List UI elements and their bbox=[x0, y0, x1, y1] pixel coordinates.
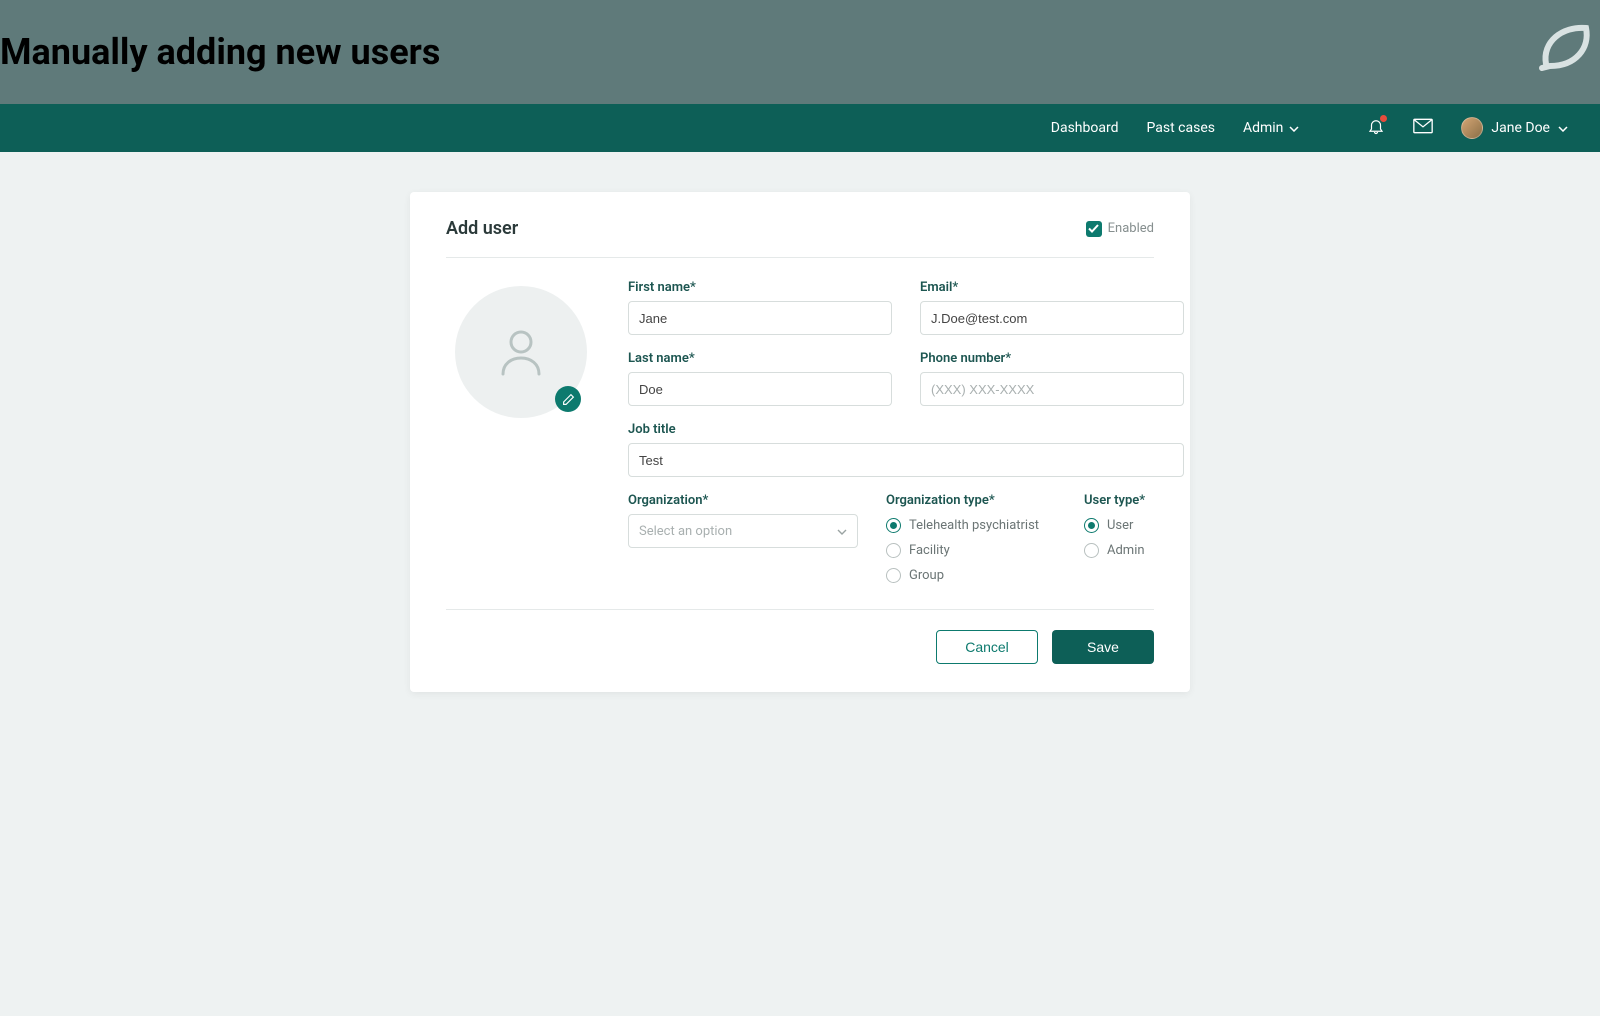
card-footer: Cancel Save bbox=[446, 609, 1154, 664]
card-header: Add user Enabled bbox=[446, 218, 1154, 258]
save-button[interactable]: Save bbox=[1052, 630, 1154, 664]
phone-input[interactable] bbox=[920, 372, 1184, 406]
slide-title: Manually adding new users bbox=[0, 31, 440, 73]
job-title-input[interactable] bbox=[628, 443, 1184, 477]
job-title-field: Job title bbox=[628, 422, 1184, 477]
page-content: Add user Enabled bbox=[0, 152, 1600, 692]
radio-icon bbox=[886, 543, 901, 558]
org-type-option-facility[interactable]: Facility bbox=[886, 543, 1056, 558]
leaf-logo-icon bbox=[1536, 20, 1600, 78]
radio-icon bbox=[886, 568, 901, 583]
email-field: Email* bbox=[920, 280, 1184, 335]
radio-label: User bbox=[1107, 518, 1133, 533]
org-type-option-group[interactable]: Group bbox=[886, 568, 1056, 583]
organization-label: Organization* bbox=[628, 493, 858, 508]
person-icon bbox=[493, 324, 549, 380]
radio-icon bbox=[1084, 543, 1099, 558]
last-name-label: Last name* bbox=[628, 351, 892, 366]
radio-icon bbox=[1084, 518, 1099, 533]
email-input[interactable] bbox=[920, 301, 1184, 335]
organization-select[interactable]: Select an option bbox=[628, 514, 858, 548]
nav-past-cases[interactable]: Past cases bbox=[1147, 120, 1215, 136]
first-name-input[interactable] bbox=[628, 301, 892, 335]
first-name-field: First name* bbox=[628, 280, 892, 335]
user-avatar bbox=[1461, 117, 1483, 139]
org-type-group: Organization type* Telehealth psychiatri… bbox=[886, 493, 1056, 583]
cancel-button[interactable]: Cancel bbox=[936, 630, 1038, 664]
notifications-button[interactable] bbox=[1367, 117, 1385, 139]
user-type-group: User type* User Admin bbox=[1084, 493, 1184, 583]
radio-label: Group bbox=[909, 568, 944, 583]
form-body: First name* Email* Last name* Phone numb bbox=[446, 280, 1154, 583]
avatar-wrap bbox=[455, 286, 587, 418]
enabled-toggle[interactable]: Enabled bbox=[1086, 221, 1154, 237]
avatar-edit-button[interactable] bbox=[555, 386, 581, 412]
organization-field: Organization* Select an option bbox=[628, 493, 858, 583]
messages-button[interactable] bbox=[1413, 118, 1433, 138]
radio-label: Telehealth psychiatrist bbox=[909, 518, 1039, 533]
add-user-card: Add user Enabled bbox=[410, 192, 1190, 692]
pencil-icon bbox=[562, 393, 575, 406]
email-label: Email* bbox=[920, 280, 1184, 295]
slide-banner: Manually adding new users bbox=[0, 0, 1600, 104]
nav-past-cases-label: Past cases bbox=[1147, 120, 1215, 136]
first-name-label: First name* bbox=[628, 280, 892, 295]
phone-field: Phone number* bbox=[920, 351, 1184, 406]
nav-admin[interactable]: Admin bbox=[1243, 120, 1299, 136]
avatar-column bbox=[446, 280, 596, 583]
organization-placeholder: Select an option bbox=[639, 524, 732, 539]
nav-admin-label: Admin bbox=[1243, 120, 1283, 136]
user-type-option-user[interactable]: User bbox=[1084, 518, 1184, 533]
user-menu[interactable]: Jane Doe bbox=[1461, 117, 1568, 139]
enabled-checkbox[interactable] bbox=[1086, 221, 1102, 237]
user-type-label: User type* bbox=[1084, 493, 1184, 508]
phone-label: Phone number* bbox=[920, 351, 1184, 366]
radio-label: Admin bbox=[1107, 543, 1145, 558]
enabled-label: Enabled bbox=[1108, 221, 1154, 236]
org-type-label: Organization type* bbox=[886, 493, 1056, 508]
job-title-label: Job title bbox=[628, 422, 1184, 437]
nav-dashboard[interactable]: Dashboard bbox=[1051, 120, 1119, 136]
notification-badge bbox=[1380, 115, 1387, 122]
check-icon bbox=[1088, 224, 1099, 233]
top-navbar: Dashboard Past cases Admin Jane Doe bbox=[0, 104, 1600, 152]
save-label: Save bbox=[1087, 639, 1119, 655]
chevron-down-icon bbox=[837, 524, 847, 539]
card-title: Add user bbox=[446, 218, 518, 239]
chevron-down-icon bbox=[1558, 120, 1568, 136]
last-name-input[interactable] bbox=[628, 372, 892, 406]
org-type-option-telehealth[interactable]: Telehealth psychiatrist bbox=[886, 518, 1056, 533]
radio-label: Facility bbox=[909, 543, 950, 558]
cancel-label: Cancel bbox=[965, 639, 1009, 655]
user-type-option-admin[interactable]: Admin bbox=[1084, 543, 1184, 558]
radio-icon bbox=[886, 518, 901, 533]
last-name-field: Last name* bbox=[628, 351, 892, 406]
envelope-icon bbox=[1413, 118, 1433, 138]
user-name: Jane Doe bbox=[1491, 120, 1550, 136]
chevron-down-icon bbox=[1289, 120, 1299, 136]
nav-dashboard-label: Dashboard bbox=[1051, 120, 1119, 136]
fields-column: First name* Email* Last name* Phone numb bbox=[628, 280, 1184, 583]
